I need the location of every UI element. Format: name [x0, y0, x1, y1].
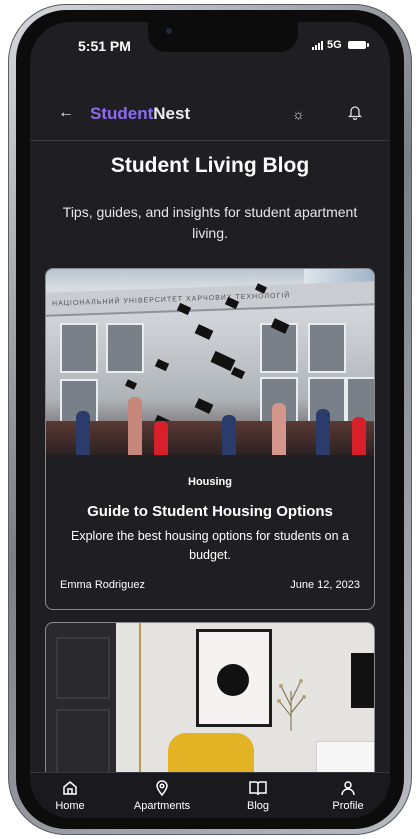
- app-screen: 5:51 PM 5G ← StudentNest ☼ Student Livin…: [30, 22, 390, 818]
- nav-label-home: Home: [55, 800, 85, 812]
- post-image-graduation: НАЦІОНАЛЬНИЙ УНІВЕРСИТЕТ ХАРЧОВИХ ТЕХНОЛ…: [46, 269, 374, 455]
- notifications-bell-icon[interactable]: [347, 105, 363, 125]
- post-date: June 12, 2023: [290, 579, 360, 591]
- plant-graphic: [277, 679, 306, 731]
- app-header: ← StudentNest ☼: [30, 92, 390, 141]
- nav-item-home[interactable]: Home: [30, 779, 110, 812]
- bottom-navigation: Home Apartments Blog Profile: [30, 772, 390, 818]
- brand-name-part2: Nest: [153, 104, 191, 123]
- signal-bars-icon: [312, 40, 323, 50]
- blog-post-card[interactable]: НАЦІОНАЛЬНИЙ УНІВЕРСИТЕТ ХАРЧОВИХ ТЕХНОЛ…: [45, 268, 375, 610]
- network-type: 5G: [327, 39, 342, 51]
- nav-item-blog[interactable]: Blog: [218, 779, 298, 812]
- back-arrow-icon[interactable]: ←: [58, 104, 74, 122]
- book-open-icon: [249, 781, 267, 796]
- battery-icon: [347, 41, 369, 49]
- signal-indicator: 5G: [312, 39, 369, 51]
- theme-toggle-sun-icon[interactable]: ☼: [292, 106, 305, 122]
- wall-art-graphic: [196, 629, 272, 727]
- brand-logo[interactable]: StudentNest: [90, 104, 190, 124]
- nav-label-profile: Profile: [332, 800, 364, 812]
- user-icon: [341, 781, 355, 796]
- page-title: Student Living Blog: [110, 154, 310, 177]
- nav-item-apartments[interactable]: Apartments: [122, 779, 202, 812]
- page-subtitle: Tips, guides, and insights for student a…: [62, 204, 358, 241]
- nav-label-apartments: Apartments: [133, 800, 191, 812]
- post-description: Explore the best housing options for stu…: [71, 529, 349, 562]
- nav-item-profile[interactable]: Profile: [308, 779, 388, 812]
- nav-label-blog: Blog: [246, 800, 270, 812]
- post-category-badge: Housing: [188, 476, 232, 488]
- status-time: 5:51 PM: [78, 38, 131, 54]
- post-title[interactable]: Guide to Student Housing Options: [46, 503, 374, 520]
- brand-name-part1: Student: [90, 104, 154, 123]
- location-pin-icon: [156, 780, 168, 797]
- status-bar: 5:51 PM 5G: [30, 22, 390, 72]
- post-author: Emma Rodriguez: [60, 579, 145, 591]
- home-icon: [63, 781, 77, 795]
